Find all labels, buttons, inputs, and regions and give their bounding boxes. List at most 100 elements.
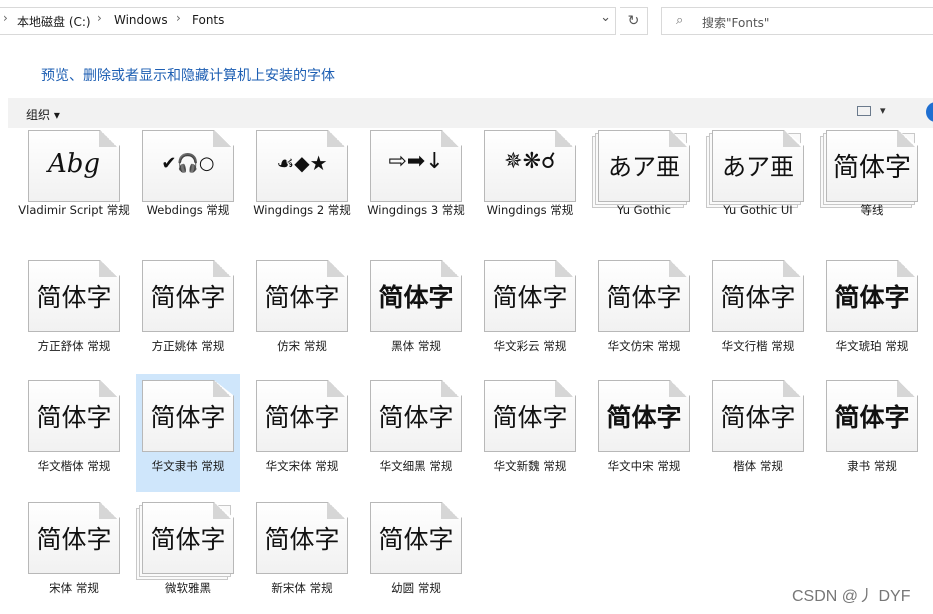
font-name-label: Yu Gothic UI [723, 203, 793, 217]
font-item[interactable]: 简体字 黑体 常规 [364, 254, 468, 372]
font-sample-text: 简体字 [606, 403, 682, 432]
font-sample-text: 简体字 [378, 403, 454, 432]
font-sample-text: 简体字 [36, 283, 112, 312]
page-fold-icon [327, 131, 347, 147]
search-input[interactable]: ⌕ 搜索"Fonts" [661, 7, 933, 35]
page-fold-icon [669, 261, 689, 277]
font-item[interactable]: 简体字 宋体 常规 [22, 496, 126, 614]
font-name-label: 华文彩云 常规 [493, 339, 567, 353]
font-item[interactable]: あア亜 Yu Gothic UI [706, 118, 810, 236]
font-item[interactable]: 简体字 新宋体 常规 [250, 496, 354, 614]
font-name-label: Yu Gothic [617, 203, 671, 217]
font-item[interactable]: 简体字 华文楷体 常规 [22, 374, 126, 492]
font-item[interactable]: ✔🎧○ Webdings 常规 [136, 118, 240, 236]
page-title: 预览、删除或者显示和隐藏计算机上安装的字体 [41, 68, 335, 84]
font-item[interactable]: ⇨➡↓ Wingdings 3 常规 [364, 118, 468, 236]
chevron-down-icon[interactable]: ⌄ [600, 10, 611, 25]
font-item[interactable]: 简体字 方正姚体 常规 [136, 254, 240, 372]
font-item[interactable]: 简体字 华文行楷 常规 [706, 254, 810, 372]
font-sample-text: 简体字 [264, 403, 340, 432]
font-sample-text: 简体字 [36, 525, 112, 554]
font-file-icon: 简体字 [826, 260, 918, 332]
font-item[interactable]: 简体字 等线 [820, 118, 924, 236]
breadcrumb-chevron-icon[interactable]: › [97, 11, 102, 25]
font-file-icon: 简体字 [484, 260, 576, 332]
font-file-icon: Abg [28, 130, 120, 202]
font-file-icon: 简体字 [370, 380, 462, 452]
address-bar[interactable]: › 本地磁盘 (C:) › Windows › Fonts ⌄ [0, 7, 616, 35]
font-sample-text: 简体字 [606, 283, 682, 312]
font-sample-text: 简体字 [834, 283, 910, 312]
page-fold-icon [669, 381, 689, 397]
font-item[interactable]: 简体字 仿宋 常规 [250, 254, 354, 372]
font-file-icon: 简体字 [142, 380, 234, 452]
font-file-icon: 简体字 [28, 380, 120, 452]
font-file-icon: 简体字 [256, 380, 348, 452]
font-name-label: 幼圆 常规 [391, 581, 441, 595]
watermark: CSDN @丿 DYF [792, 588, 911, 605]
font-item[interactable]: Abg Vladimir Script 常规 [18, 118, 130, 236]
page-fold-icon [897, 261, 917, 277]
font-item[interactable]: ✵❋☌ Wingdings 常规 [478, 118, 582, 236]
font-file-icon: 简体字 [826, 130, 918, 202]
view-icon[interactable] [857, 106, 871, 116]
font-item[interactable]: 简体字华文中宋 常规 [592, 374, 696, 492]
font-item[interactable]: ☙◆★ Wingdings 2 常规 [250, 118, 354, 236]
font-sample-text: 简体字 [832, 153, 911, 183]
help-icon[interactable]: ? [926, 102, 933, 122]
font-sample-text: 简体字 [264, 525, 340, 554]
page-fold-icon [99, 503, 119, 519]
font-item[interactable]: 简体字 微软雅黑 [136, 496, 240, 614]
font-sample-text: ✵❋☌ [504, 149, 556, 174]
breadcrumb-chevron-icon[interactable]: › [176, 11, 181, 25]
font-file-icon: ✵❋☌ [484, 130, 576, 202]
font-item[interactable]: 简体字 华文新魏 常规 [478, 374, 582, 492]
breadcrumb-drive[interactable]: 本地磁盘 (C:) [17, 13, 91, 30]
font-name-label: 新宋体 常规 [271, 581, 333, 595]
font-name-label: Vladimir Script 常规 [18, 203, 130, 217]
font-name-label: Wingdings 2 常规 [253, 203, 351, 217]
page-fold-icon [897, 381, 917, 397]
font-item[interactable]: 简体字 华文宋体 常规 [250, 374, 354, 492]
font-name-label: 华文隶书 常规 [151, 459, 225, 473]
breadcrumb-fonts[interactable]: Fonts [192, 13, 224, 27]
font-item[interactable]: 简体字方正舒体 常规 [22, 254, 126, 372]
page-fold-icon [99, 131, 119, 147]
page-fold-icon [441, 503, 461, 519]
page-fold-icon [327, 261, 347, 277]
font-item[interactable]: 简体字华文琥珀 常规 [820, 254, 924, 372]
font-file-icon: ☙◆★ [256, 130, 348, 202]
breadcrumb-windows[interactable]: Windows [114, 13, 168, 27]
page-fold-icon [441, 131, 461, 147]
refresh-button[interactable]: ↻ [620, 7, 648, 35]
font-name-label: 黑体 常规 [391, 339, 441, 353]
font-file-icon: ⇨➡↓ [370, 130, 462, 202]
font-item[interactable]: 简体字 幼圆 常规 [364, 496, 468, 614]
font-name-label: 微软雅黑 [165, 581, 211, 595]
font-name-label: 华文仿宋 常规 [607, 339, 681, 353]
font-name-label: 宋体 常规 [49, 581, 99, 595]
font-item[interactable]: 简体字华文彩云 常规 [478, 254, 582, 372]
font-name-label: 方正舒体 常规 [37, 339, 111, 353]
font-sample-text: あア亜 [722, 153, 794, 181]
font-file-icon: 简体字 [370, 260, 462, 332]
font-sample-text: 简体字 [834, 403, 910, 432]
font-name-label: 华文中宋 常规 [607, 459, 681, 473]
page-fold-icon [555, 381, 575, 397]
font-item[interactable]: 简体字 楷体 常规 [706, 374, 810, 492]
font-item[interactable]: あア亜 Yu Gothic [592, 118, 696, 236]
font-sample-text: 简体字 [378, 525, 454, 554]
font-sample-text: 简体字 [150, 403, 226, 432]
font-name-label: Webdings 常规 [146, 203, 230, 217]
page-fold-icon [327, 381, 347, 397]
font-file-icon: あア亜 [712, 130, 804, 202]
view-dropdown[interactable]: ▾ [880, 104, 886, 117]
font-item[interactable]: 简体字华文仿宋 常规 [592, 254, 696, 372]
font-name-label: 华文琥珀 常规 [835, 339, 909, 353]
font-item[interactable]: 简体字 华文细黑 常规 [364, 374, 468, 492]
font-item[interactable]: 简体字华文隶书 常规 [136, 374, 240, 492]
font-file-icon: 简体字 [598, 380, 690, 452]
font-item[interactable]: 简体字 隶书 常规 [820, 374, 924, 492]
font-sample-text: ✔🎧○ [161, 153, 215, 174]
breadcrumb-chevron-icon[interactable]: › [3, 11, 8, 25]
